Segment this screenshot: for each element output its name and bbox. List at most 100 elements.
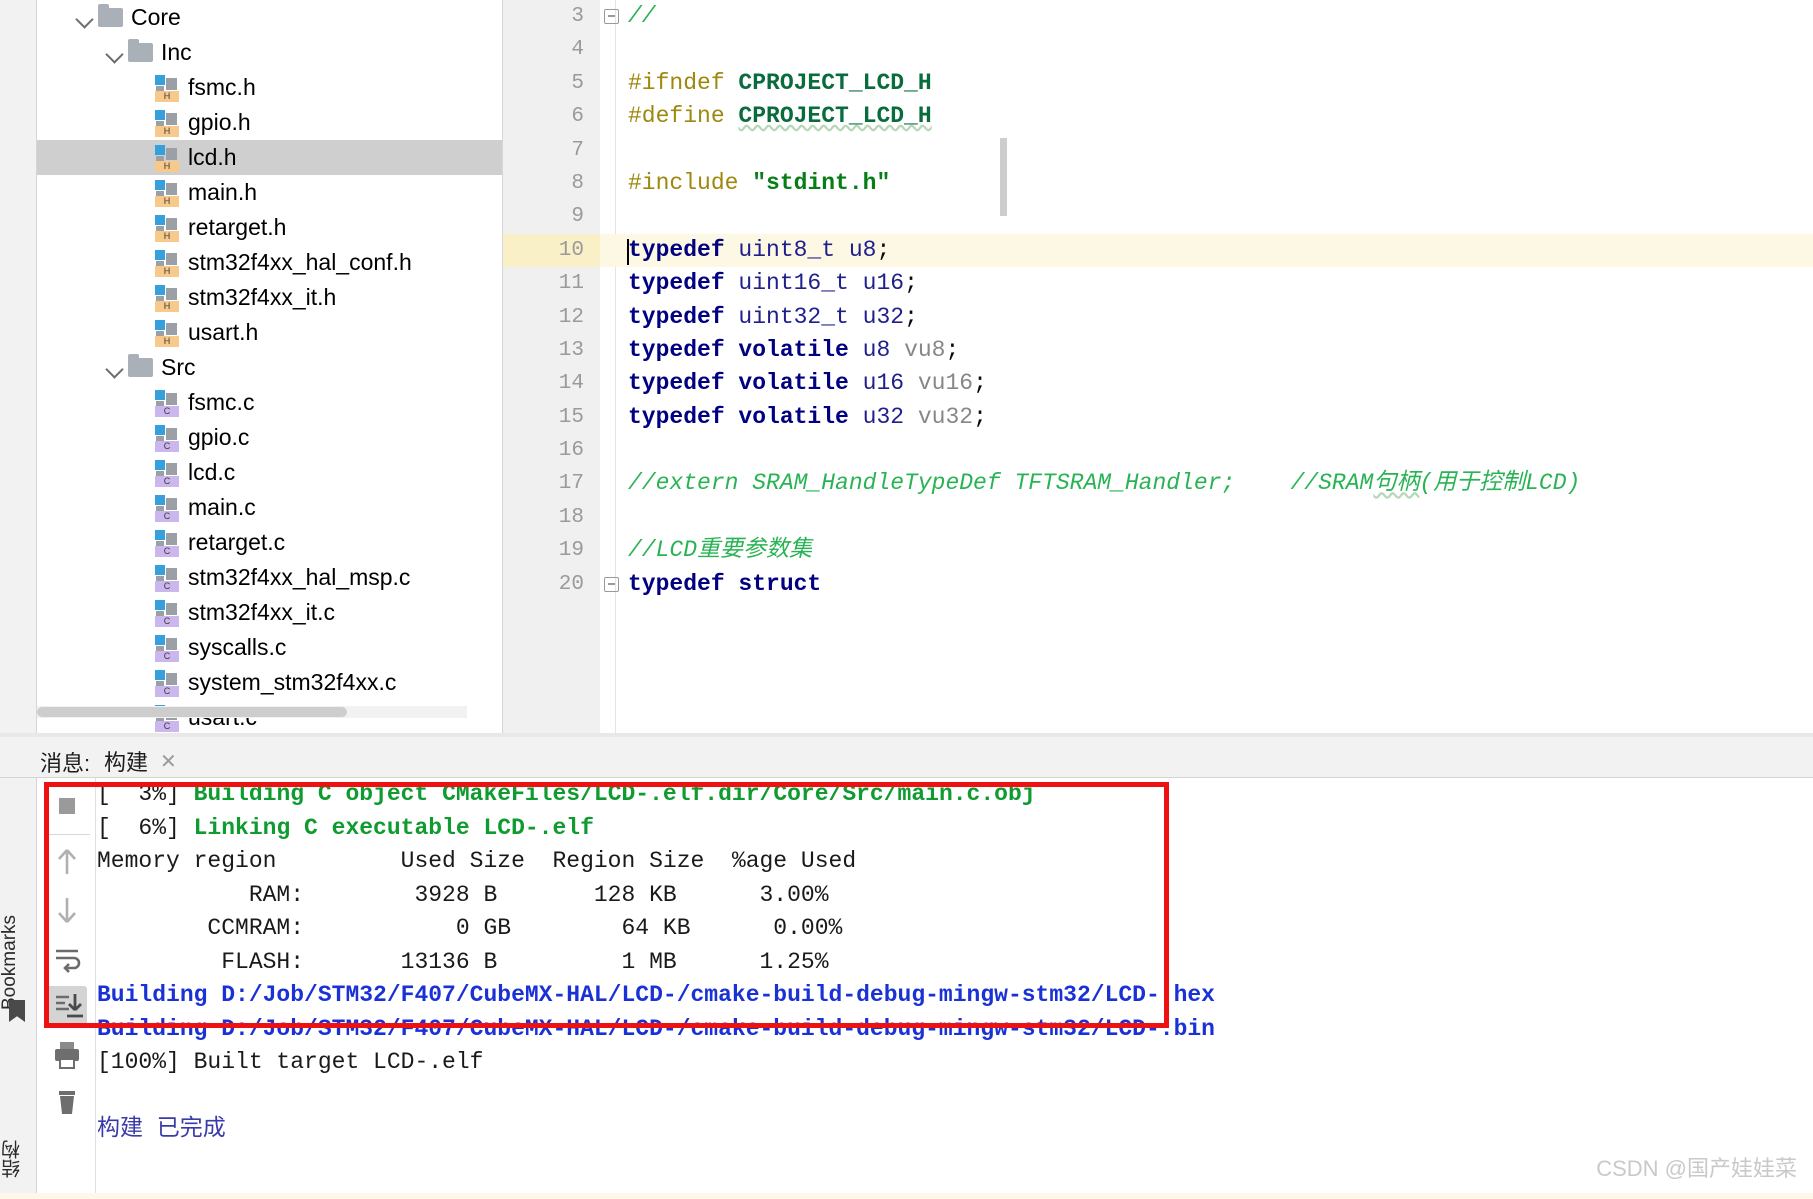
tool-window-button-bookmarks[interactable]: Bookmarks xyxy=(0,820,38,1010)
c-source-file-icon: C xyxy=(155,389,179,417)
scroll-to-end-icon[interactable] xyxy=(47,986,87,1026)
tree-item-fsmc-h[interactable]: Hfsmc.h xyxy=(37,70,503,105)
folder-icon xyxy=(98,4,123,27)
tree-item-label: gpio.c xyxy=(188,424,250,450)
tree-item-Src[interactable]: Src xyxy=(37,350,503,385)
tree-item-label: lcd.c xyxy=(188,459,236,485)
tool-window-button-structure[interactable]: 结构 xyxy=(0,1088,38,1178)
code-lines[interactable]: 3 // 4 5 #ifndef CPROJECT_LCD_H 6 #define CPRO… xyxy=(503,0,1813,601)
tree-item-usart-h[interactable]: Husart.h xyxy=(37,315,503,350)
code-line[interactable]: 12 typedef uint32_t u32; xyxy=(503,301,1813,334)
code-line[interactable]: 7 xyxy=(503,134,1813,167)
tree-item-label: retarget.c xyxy=(188,529,286,555)
code-line[interactable]: 8 #include "stdint.h" xyxy=(503,167,1813,200)
bottom-edge-tint xyxy=(0,1193,1813,1199)
c-source-file-icon: C xyxy=(155,634,179,662)
project-tree[interactable]: Core Inc Hfsmc.h Hgpio.h Hlcd.h Hmain.h Hretar… xyxy=(37,0,503,733)
line-number: 17 xyxy=(558,472,584,496)
code-line[interactable]: 4 xyxy=(503,33,1813,66)
tree-item-lcd-h[interactable]: Hlcd.h xyxy=(37,140,503,175)
tree-item-fsmc-c[interactable]: Cfsmc.c xyxy=(37,385,503,420)
code-line[interactable]: 19 //LCD重要参数集 xyxy=(503,534,1813,567)
chevron-down-icon[interactable] xyxy=(72,5,98,31)
tree-item-stm32f4xx_hal_conf-h[interactable]: Hstm32f4xx_hal_conf.h xyxy=(37,245,503,280)
header-file-icon: H xyxy=(155,179,179,207)
line-number: 9 xyxy=(571,205,584,229)
code-line[interactable]: 5 #ifndef CPROJECT_LCD_H xyxy=(503,67,1813,100)
code-editor[interactable]: 3 // 4 5 #ifndef CPROJECT_LCD_H 6 #define CPRO… xyxy=(503,0,1813,733)
header-file-icon: H xyxy=(155,284,179,312)
bookmark-icon xyxy=(9,1000,25,1022)
build-output-line: CCMRAM: 0 GB 64 KB 0.00% xyxy=(97,915,843,941)
code-line[interactable]: 17 //extern SRAM_HandleTypeDef TFTSRAM_Ha… xyxy=(503,467,1813,500)
line-number: 5 xyxy=(571,71,584,95)
build-output-line: Building D:/Job/STM32/F407/CubeMX-HAL/LC… xyxy=(97,1015,1215,1042)
left-tool-strip: Bookmarks 结构 xyxy=(0,778,37,1199)
code-line-text: typedef volatile u8 vu8; xyxy=(628,336,960,363)
close-icon[interactable]: ✕ xyxy=(160,749,177,774)
code-line-text: typedef uint32_t u32; xyxy=(628,303,918,330)
chevron-down-icon[interactable] xyxy=(102,355,128,381)
tab-build[interactable]: 构建 ✕ xyxy=(104,744,177,778)
tree-item-retarget-c[interactable]: Cretarget.c xyxy=(37,525,503,560)
code-line-text: #include "stdint.h" xyxy=(628,169,891,196)
scroll-up-icon[interactable] xyxy=(47,842,87,882)
soft-wrap-icon[interactable] xyxy=(47,938,87,978)
scroll-down-icon[interactable] xyxy=(47,890,87,930)
tree-item-stm32f4xx_it-h[interactable]: Hstm32f4xx_it.h xyxy=(37,280,503,315)
code-line[interactable]: 14 typedef volatile u16 vu16; xyxy=(503,367,1813,400)
code-line-text: // xyxy=(628,3,656,29)
delete-icon[interactable] xyxy=(47,1082,87,1122)
tree-item-label: Src xyxy=(161,354,196,380)
tree-item-lcd-c[interactable]: Clcd.c xyxy=(37,455,503,490)
code-line[interactable]: 16 xyxy=(503,434,1813,467)
fold-collapse-icon[interactable] xyxy=(604,576,619,592)
tree-item-main-h[interactable]: Hmain.h xyxy=(37,175,503,210)
tree-item-gpio-h[interactable]: Hgpio.h xyxy=(37,105,503,140)
code-line[interactable]: 20 typedef struct xyxy=(503,568,1813,601)
panel-header-bar xyxy=(0,737,1813,778)
fold-end-icon[interactable] xyxy=(604,9,619,24)
scrollbar-thumb[interactable] xyxy=(37,707,347,717)
code-line[interactable]: 9 xyxy=(503,200,1813,233)
build-output-line: Building D:/Job/STM32/F407/CubeMX-HAL/LC… xyxy=(97,982,1215,1008)
code-line[interactable]: 3 // xyxy=(503,0,1813,33)
c-source-file-icon: C xyxy=(155,529,179,557)
code-line[interactable]: 11 typedef uint16_t u16; xyxy=(503,267,1813,300)
code-line-text: typedef uint8_t u8; xyxy=(628,236,891,263)
tree-item-label: main.c xyxy=(188,494,256,520)
tree-item-main-c[interactable]: Cmain.c xyxy=(37,490,503,525)
tree-item-gpio-c[interactable]: Cgpio.c xyxy=(37,420,503,455)
line-number: 7 xyxy=(571,138,584,162)
build-output-line: 构建 已完成 xyxy=(97,1116,226,1142)
print-icon[interactable] xyxy=(47,1034,87,1074)
tree-item-system_stm32f4xx-c[interactable]: Csystem_stm32f4xx.c xyxy=(37,665,503,700)
build-output-line: FLASH: 13136 B 1 MB 1.25% xyxy=(97,948,829,975)
tree-item-syscalls-c[interactable]: Csyscalls.c xyxy=(37,630,503,665)
line-number: 8 xyxy=(571,171,584,195)
code-line[interactable]: 10 typedef uint8_t u8; xyxy=(503,233,1813,268)
tree-item-retarget-h[interactable]: Hretarget.h xyxy=(37,210,503,245)
line-number: 12 xyxy=(558,305,584,329)
build-output-console[interactable]: [ 3%] Building C object CMakeFiles/LCD-.… xyxy=(97,778,1813,1199)
tree-item-label: fsmc.c xyxy=(188,389,255,415)
build-output-line: [100%] Built target LCD-.elf xyxy=(97,1049,484,1075)
ide-window: Core Inc Hfsmc.h Hgpio.h Hlcd.h Hmain.h Hretar… xyxy=(0,0,1813,1199)
tree-item-stm32f4xx_hal_msp-c[interactable]: Cstm32f4xx_hal_msp.c xyxy=(37,560,503,595)
editor-vertical-scrollbar[interactable] xyxy=(1000,138,1007,216)
code-line[interactable]: 18 xyxy=(503,501,1813,534)
line-number: 3 xyxy=(571,5,584,28)
stop-icon[interactable] xyxy=(47,786,87,826)
project-tree-horizontal-scrollbar[interactable] xyxy=(37,706,467,718)
line-number: 10 xyxy=(503,233,600,268)
build-tool-window: 消息: 构建 ✕ Bookmarks 结构 [3%] Building C o… xyxy=(0,737,1813,1199)
tree-item-Inc[interactable]: Inc xyxy=(37,35,503,70)
header-file-icon: H xyxy=(155,74,179,102)
code-line[interactable]: 13 typedef volatile u8 vu8; xyxy=(503,334,1813,367)
chevron-down-icon[interactable] xyxy=(102,40,128,66)
tree-item-Core[interactable]: Core xyxy=(37,0,503,35)
code-line-text: typedef struct xyxy=(628,570,822,597)
code-line[interactable]: 15 typedef volatile u32 vu32; xyxy=(503,401,1813,434)
code-line[interactable]: 6 #define CPROJECT_LCD_H xyxy=(503,100,1813,133)
tree-item-stm32f4xx_it-c[interactable]: Cstm32f4xx_it.c xyxy=(37,595,503,630)
